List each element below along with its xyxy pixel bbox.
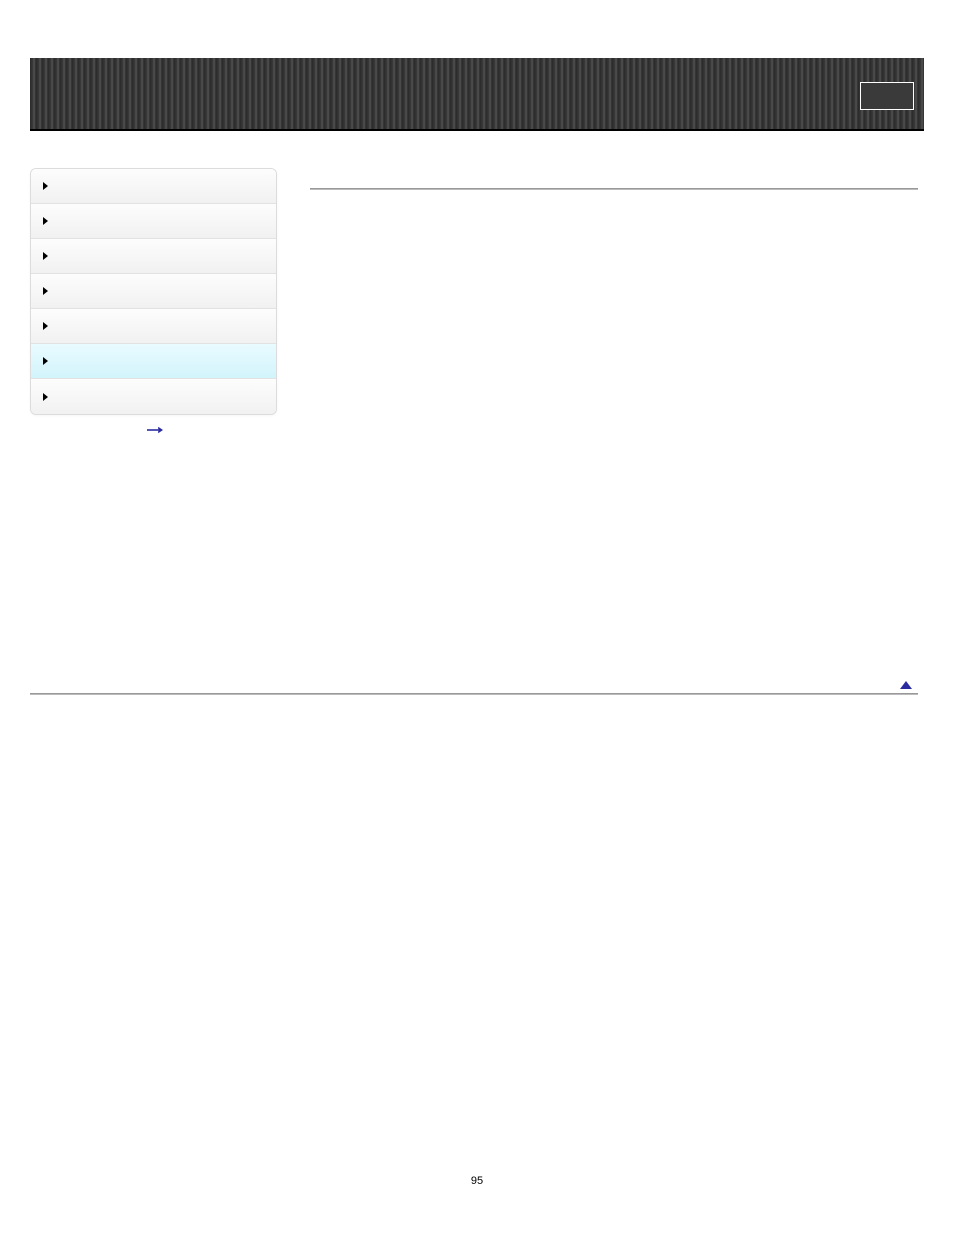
top-of-page-link[interactable] [30, 681, 918, 689]
caret-right-icon [43, 393, 48, 401]
sidebar-item-1[interactable] [31, 204, 276, 239]
sidebar-item-2[interactable] [31, 239, 276, 274]
main-content [310, 168, 918, 204]
sidebar-item-5[interactable] [31, 344, 276, 379]
expand-all-link[interactable] [30, 425, 277, 438]
sidebar-item-0[interactable] [31, 169, 276, 204]
caret-right-icon [43, 357, 48, 365]
sidebar-item-4[interactable] [31, 309, 276, 344]
triangle-up-icon [900, 681, 912, 689]
caret-right-icon [43, 252, 48, 260]
caret-right-icon [43, 322, 48, 330]
footer-bar [30, 681, 918, 695]
section-divider [310, 188, 918, 190]
banner-badge [860, 82, 914, 110]
sidebar-item-6[interactable] [31, 379, 276, 414]
arrow-right-icon [147, 425, 161, 433]
caret-right-icon [43, 182, 48, 190]
header-banner [30, 58, 924, 131]
sidebar-item-3[interactable] [31, 274, 276, 309]
caret-right-icon [43, 287, 48, 295]
footer-divider [30, 693, 918, 695]
page-number: 95 [0, 1175, 954, 1187]
sidebar-nav [30, 168, 277, 415]
caret-right-icon [43, 217, 48, 225]
